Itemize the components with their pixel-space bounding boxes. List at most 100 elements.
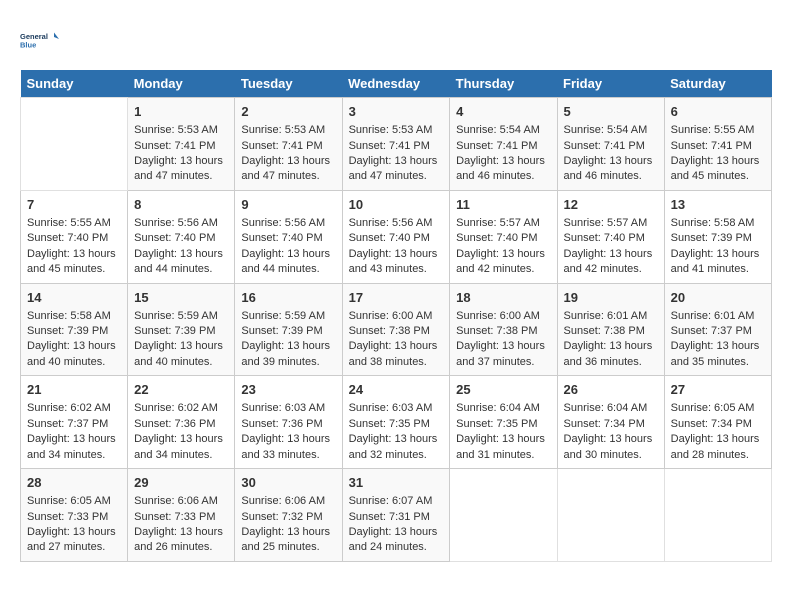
- calendar-cell: 29Sunrise: 6:06 AMSunset: 7:33 PMDayligh…: [128, 469, 235, 562]
- page-header: General Blue: [20, 20, 772, 60]
- sunset-text: Sunset: 7:37 PM: [671, 325, 752, 337]
- day-number: 23: [241, 381, 335, 399]
- sunset-text: Sunset: 7:32 PM: [241, 511, 322, 523]
- calendar-cell: 26Sunrise: 6:04 AMSunset: 7:34 PMDayligh…: [557, 376, 664, 469]
- calendar-cell: 27Sunrise: 6:05 AMSunset: 7:34 PMDayligh…: [664, 376, 771, 469]
- sunrise-text: Sunrise: 5:58 AM: [27, 310, 111, 322]
- calendar-cell: 28Sunrise: 6:05 AMSunset: 7:33 PMDayligh…: [21, 469, 128, 562]
- calendar-cell: [450, 469, 557, 562]
- daylight-text: Daylight: 13 hours and 44 minutes.: [134, 248, 223, 275]
- daylight-text: Daylight: 13 hours and 40 minutes.: [134, 340, 223, 367]
- calendar-cell: [557, 469, 664, 562]
- daylight-text: Daylight: 13 hours and 30 minutes.: [564, 433, 653, 460]
- sunset-text: Sunset: 7:41 PM: [456, 140, 537, 152]
- sunrise-text: Sunrise: 5:59 AM: [241, 310, 325, 322]
- svg-text:General: General: [20, 32, 48, 41]
- sunrise-text: Sunrise: 6:04 AM: [564, 402, 648, 414]
- day-number: 19: [564, 289, 658, 307]
- sunrise-text: Sunrise: 6:01 AM: [671, 310, 755, 322]
- daylight-text: Daylight: 13 hours and 40 minutes.: [27, 340, 116, 367]
- daylight-text: Daylight: 13 hours and 38 minutes.: [349, 340, 438, 367]
- sunrise-text: Sunrise: 5:53 AM: [349, 124, 433, 136]
- weekday-header: Tuesday: [235, 70, 342, 98]
- calendar-cell: 15Sunrise: 5:59 AMSunset: 7:39 PMDayligh…: [128, 283, 235, 376]
- weekday-header: Monday: [128, 70, 235, 98]
- calendar-cell: 11Sunrise: 5:57 AMSunset: 7:40 PMDayligh…: [450, 190, 557, 283]
- sunrise-text: Sunrise: 6:01 AM: [564, 310, 648, 322]
- calendar-cell: 9Sunrise: 5:56 AMSunset: 7:40 PMDaylight…: [235, 190, 342, 283]
- sunset-text: Sunset: 7:41 PM: [564, 140, 645, 152]
- calendar-cell: [21, 98, 128, 191]
- sunset-text: Sunset: 7:31 PM: [349, 511, 430, 523]
- sunrise-text: Sunrise: 6:00 AM: [349, 310, 433, 322]
- daylight-text: Daylight: 13 hours and 31 minutes.: [456, 433, 545, 460]
- day-number: 9: [241, 196, 335, 214]
- calendar-week-row: 7Sunrise: 5:55 AMSunset: 7:40 PMDaylight…: [21, 190, 772, 283]
- day-number: 10: [349, 196, 444, 214]
- day-number: 18: [456, 289, 550, 307]
- day-number: 24: [349, 381, 444, 399]
- sunrise-text: Sunrise: 6:02 AM: [27, 402, 111, 414]
- calendar-cell: 13Sunrise: 5:58 AMSunset: 7:39 PMDayligh…: [664, 190, 771, 283]
- sunrise-text: Sunrise: 5:57 AM: [456, 217, 540, 229]
- calendar-cell: 23Sunrise: 6:03 AMSunset: 7:36 PMDayligh…: [235, 376, 342, 469]
- sunset-text: Sunset: 7:36 PM: [134, 418, 215, 430]
- daylight-text: Daylight: 13 hours and 27 minutes.: [27, 526, 116, 553]
- daylight-text: Daylight: 13 hours and 42 minutes.: [456, 248, 545, 275]
- day-number: 12: [564, 196, 658, 214]
- sunrise-text: Sunrise: 5:58 AM: [671, 217, 755, 229]
- calendar-week-row: 14Sunrise: 5:58 AMSunset: 7:39 PMDayligh…: [21, 283, 772, 376]
- sunrise-text: Sunrise: 6:00 AM: [456, 310, 540, 322]
- sunrise-text: Sunrise: 6:03 AM: [241, 402, 325, 414]
- calendar-cell: 3Sunrise: 5:53 AMSunset: 7:41 PMDaylight…: [342, 98, 450, 191]
- daylight-text: Daylight: 13 hours and 47 minutes.: [349, 155, 438, 182]
- sunrise-text: Sunrise: 5:53 AM: [134, 124, 218, 136]
- daylight-text: Daylight: 13 hours and 36 minutes.: [564, 340, 653, 367]
- day-number: 25: [456, 381, 550, 399]
- day-number: 3: [349, 103, 444, 121]
- sunrise-text: Sunrise: 6:06 AM: [241, 495, 325, 507]
- sunset-text: Sunset: 7:33 PM: [134, 511, 215, 523]
- daylight-text: Daylight: 13 hours and 47 minutes.: [241, 155, 330, 182]
- day-number: 6: [671, 103, 765, 121]
- sunrise-text: Sunrise: 6:02 AM: [134, 402, 218, 414]
- daylight-text: Daylight: 13 hours and 25 minutes.: [241, 526, 330, 553]
- sunrise-text: Sunrise: 5:57 AM: [564, 217, 648, 229]
- sunrise-text: Sunrise: 5:54 AM: [456, 124, 540, 136]
- calendar-cell: 22Sunrise: 6:02 AMSunset: 7:36 PMDayligh…: [128, 376, 235, 469]
- sunset-text: Sunset: 7:38 PM: [456, 325, 537, 337]
- calendar-cell: 16Sunrise: 5:59 AMSunset: 7:39 PMDayligh…: [235, 283, 342, 376]
- calendar-week-row: 1Sunrise: 5:53 AMSunset: 7:41 PMDaylight…: [21, 98, 772, 191]
- calendar-cell: 14Sunrise: 5:58 AMSunset: 7:39 PMDayligh…: [21, 283, 128, 376]
- daylight-text: Daylight: 13 hours and 44 minutes.: [241, 248, 330, 275]
- sunrise-text: Sunrise: 6:06 AM: [134, 495, 218, 507]
- sunset-text: Sunset: 7:39 PM: [241, 325, 322, 337]
- sunset-text: Sunset: 7:40 PM: [27, 232, 108, 244]
- day-number: 5: [564, 103, 658, 121]
- sunset-text: Sunset: 7:40 PM: [564, 232, 645, 244]
- calendar-cell: 24Sunrise: 6:03 AMSunset: 7:35 PMDayligh…: [342, 376, 450, 469]
- calendar-cell: 4Sunrise: 5:54 AMSunset: 7:41 PMDaylight…: [450, 98, 557, 191]
- calendar-cell: [664, 469, 771, 562]
- sunrise-text: Sunrise: 6:05 AM: [27, 495, 111, 507]
- calendar-cell: 12Sunrise: 5:57 AMSunset: 7:40 PMDayligh…: [557, 190, 664, 283]
- sunset-text: Sunset: 7:34 PM: [564, 418, 645, 430]
- weekday-header: Friday: [557, 70, 664, 98]
- calendar-cell: 1Sunrise: 5:53 AMSunset: 7:41 PMDaylight…: [128, 98, 235, 191]
- day-number: 13: [671, 196, 765, 214]
- calendar-cell: 17Sunrise: 6:00 AMSunset: 7:38 PMDayligh…: [342, 283, 450, 376]
- calendar-cell: 8Sunrise: 5:56 AMSunset: 7:40 PMDaylight…: [128, 190, 235, 283]
- sunset-text: Sunset: 7:41 PM: [671, 140, 752, 152]
- calendar-cell: 18Sunrise: 6:00 AMSunset: 7:38 PMDayligh…: [450, 283, 557, 376]
- calendar-cell: 30Sunrise: 6:06 AMSunset: 7:32 PMDayligh…: [235, 469, 342, 562]
- sunset-text: Sunset: 7:35 PM: [456, 418, 537, 430]
- daylight-text: Daylight: 13 hours and 46 minutes.: [456, 155, 545, 182]
- sunset-text: Sunset: 7:34 PM: [671, 418, 752, 430]
- header-row: SundayMondayTuesdayWednesdayThursdayFrid…: [21, 70, 772, 98]
- sunset-text: Sunset: 7:40 PM: [134, 232, 215, 244]
- daylight-text: Daylight: 13 hours and 43 minutes.: [349, 248, 438, 275]
- day-number: 11: [456, 196, 550, 214]
- daylight-text: Daylight: 13 hours and 45 minutes.: [671, 155, 760, 182]
- sunset-text: Sunset: 7:36 PM: [241, 418, 322, 430]
- sunrise-text: Sunrise: 5:55 AM: [671, 124, 755, 136]
